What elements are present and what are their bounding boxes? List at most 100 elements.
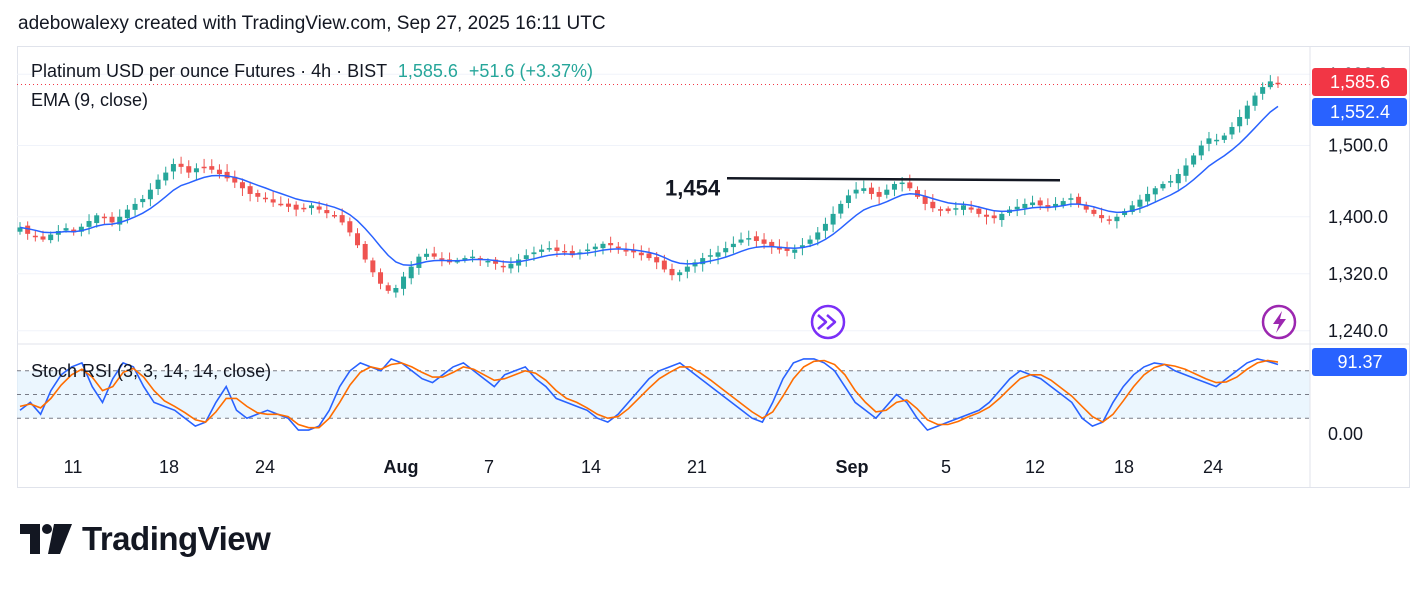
last-price-badge-text: 1,585.6 xyxy=(1330,72,1390,92)
candle xyxy=(792,244,798,260)
candle-body xyxy=(332,215,337,217)
candle-body xyxy=(546,248,552,250)
candle xyxy=(1030,195,1036,209)
candle-body xyxy=(485,260,491,263)
candle xyxy=(1137,194,1143,213)
price-tick-label: 1,320.0 xyxy=(1328,264,1388,284)
chart-canvas[interactable]: 1,454 1,600.01,500.01,400.01,320.01,240.… xyxy=(0,0,1427,591)
candle xyxy=(1152,186,1158,202)
candle-body xyxy=(140,198,146,203)
candle-body xyxy=(401,276,407,289)
last-price-badge: 1,585.6 xyxy=(1312,68,1407,96)
candle-body xyxy=(746,238,752,240)
candle xyxy=(822,217,828,239)
time-tick-label: 24 xyxy=(1203,457,1223,477)
candle-body xyxy=(554,247,560,251)
candle-body xyxy=(646,253,652,259)
candle xyxy=(1060,197,1066,209)
candle xyxy=(945,206,951,214)
candle-body xyxy=(1191,155,1197,165)
candle-body xyxy=(1244,105,1250,119)
candle xyxy=(1237,109,1243,133)
candle-body xyxy=(1091,209,1097,214)
candle xyxy=(1160,181,1166,191)
candle xyxy=(1252,92,1258,111)
candle xyxy=(439,252,445,267)
price-tick-label: 1,500.0 xyxy=(1328,136,1388,156)
candle-body xyxy=(339,215,345,223)
time-tick-label: Aug xyxy=(384,457,419,477)
candle-body xyxy=(638,252,644,256)
stoch-badge: 91.37 xyxy=(1312,348,1407,376)
candle xyxy=(1145,186,1151,207)
candle xyxy=(569,245,575,258)
candle xyxy=(914,186,920,199)
candle-body xyxy=(224,171,230,179)
candle-body xyxy=(738,239,744,243)
candle-body xyxy=(1275,82,1281,85)
candle xyxy=(477,255,483,266)
candle-body xyxy=(1114,216,1120,222)
candle xyxy=(462,255,468,263)
candle-body xyxy=(1229,126,1235,135)
candle-body xyxy=(661,260,667,270)
candle-body xyxy=(1198,145,1204,156)
candle-body xyxy=(677,272,683,276)
candle xyxy=(692,259,698,273)
candle xyxy=(262,192,268,203)
candle-body xyxy=(1030,202,1036,206)
candle xyxy=(876,186,882,205)
candle-body xyxy=(1022,203,1028,209)
candle xyxy=(1083,201,1089,213)
candle xyxy=(677,269,683,282)
candle xyxy=(247,181,253,202)
candle-body xyxy=(247,186,253,194)
candle xyxy=(845,189,851,209)
candle-body xyxy=(1068,198,1074,200)
resistance-label: 1,454 xyxy=(665,175,721,200)
candle xyxy=(216,164,222,179)
candle xyxy=(163,166,169,186)
candle-body xyxy=(761,239,767,244)
candle-body xyxy=(891,183,897,190)
candle xyxy=(101,213,107,224)
time-tick-label: 21 xyxy=(687,457,707,477)
candle xyxy=(1221,132,1227,144)
candle xyxy=(1260,82,1266,100)
candle-body xyxy=(393,288,399,293)
candle xyxy=(738,232,744,246)
candle-body xyxy=(853,189,859,194)
candle xyxy=(155,174,161,196)
candle xyxy=(730,236,736,254)
candle xyxy=(838,200,844,219)
candle-body xyxy=(1206,138,1212,144)
lightning-circle-icon[interactable] xyxy=(1261,304,1297,340)
candle xyxy=(270,191,276,207)
stoch-legend[interactable]: Stoch RSI (3, 3, 14, 14, close) xyxy=(31,361,271,382)
candle-body xyxy=(753,236,759,241)
candle xyxy=(539,244,545,258)
candle xyxy=(170,158,176,180)
candle-body xyxy=(899,182,905,185)
candle xyxy=(592,243,598,257)
candle-body xyxy=(1183,165,1189,176)
price-tick-label: 1,400.0 xyxy=(1328,207,1388,227)
candle xyxy=(278,196,284,207)
candle xyxy=(1175,168,1181,190)
candle xyxy=(209,159,215,174)
ema-legend[interactable]: EMA (9, close) xyxy=(31,90,148,111)
symbol-legend[interactable]: Platinum USD per ounce Futures · 4h · BI… xyxy=(31,61,593,82)
fast-forward-circle-icon[interactable] xyxy=(810,304,846,340)
candle-body xyxy=(178,163,184,167)
candle-body xyxy=(201,166,207,169)
symbol-title: Platinum USD per ounce Futures · 4h · BI… xyxy=(31,61,387,81)
tradingview-logo[interactable]: TradingView xyxy=(20,520,271,558)
candle-body xyxy=(262,197,268,200)
stoch-badge-text: 91.37 xyxy=(1337,352,1382,372)
candle xyxy=(1183,158,1189,182)
candle-body xyxy=(1252,95,1258,106)
candle-body xyxy=(63,228,69,231)
candle xyxy=(186,160,192,179)
candle xyxy=(746,230,752,246)
candle-body xyxy=(193,168,199,173)
